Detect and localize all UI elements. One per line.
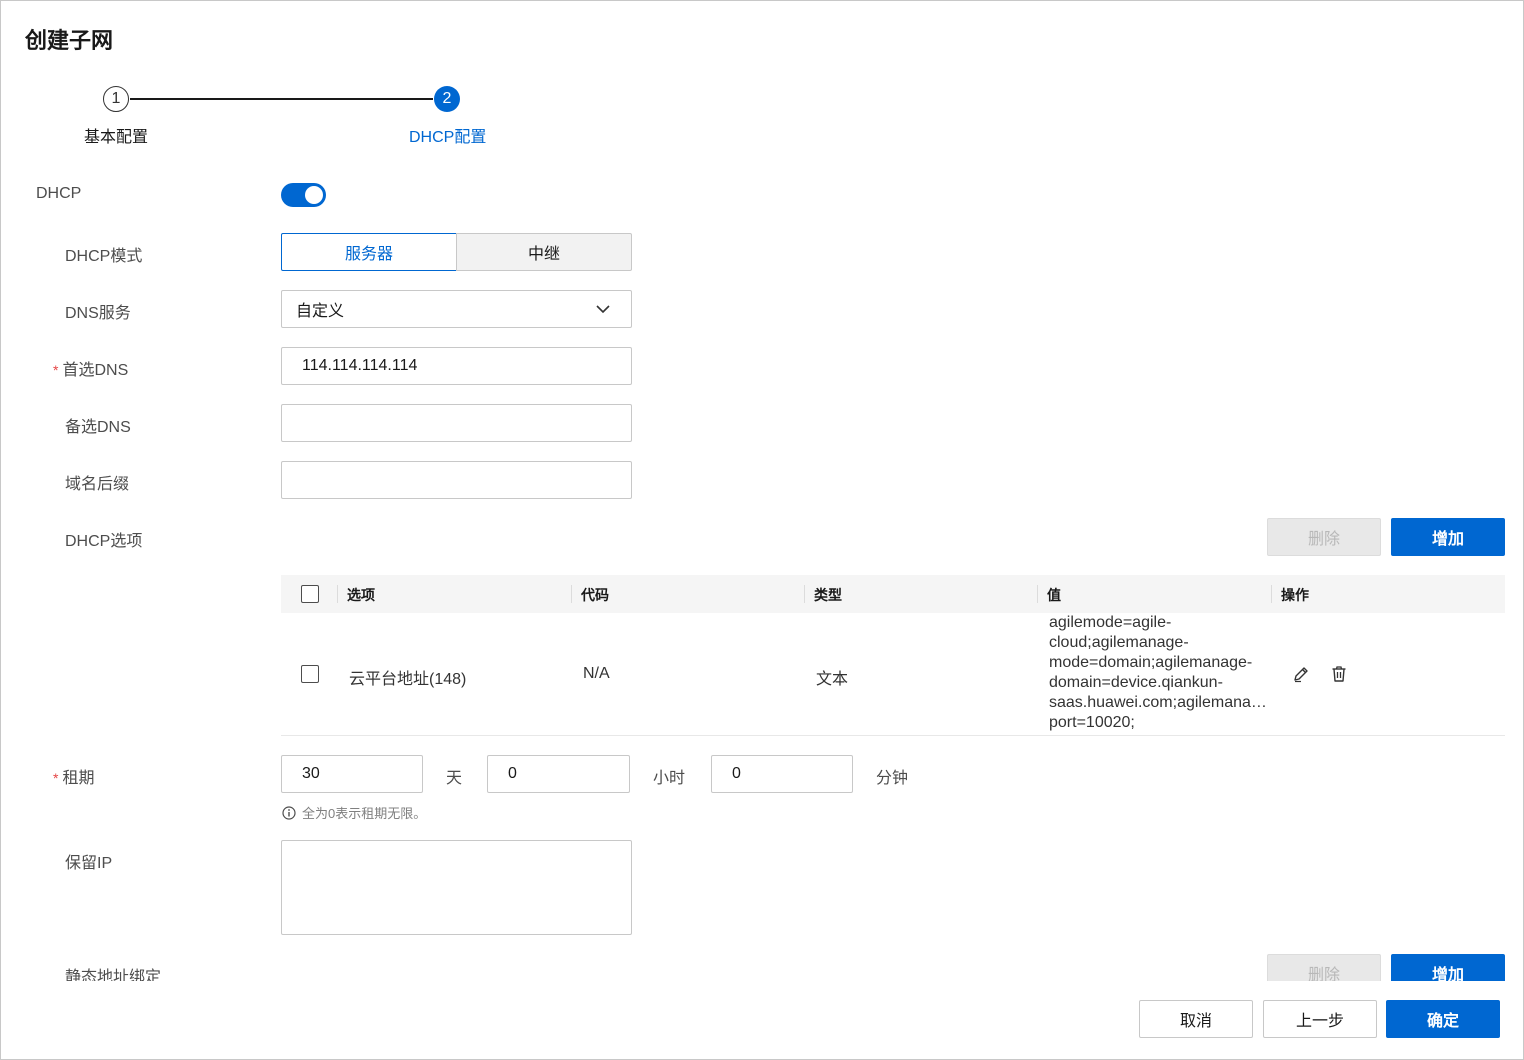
lease-hours-input[interactable]: 0	[487, 755, 630, 793]
step-1-circle: 1	[103, 86, 129, 112]
dhcp-options-table-header: 选项 代码 类型 值 操作	[281, 575, 1505, 613]
required-mark: *	[53, 362, 59, 378]
delete-icon[interactable]	[1330, 665, 1348, 683]
dhcp-label: DHCP	[36, 185, 82, 202]
lease-minutes-input[interactable]: 0	[711, 755, 853, 793]
toggle-knob	[305, 186, 323, 204]
row-value-line: port=10020;	[1049, 714, 1135, 731]
stepper-line	[130, 98, 433, 100]
dhcp-toggle[interactable]	[281, 183, 326, 207]
previous-step-button[interactable]: 上一步	[1263, 1000, 1377, 1038]
row-value-line: saas.huawei.com;agilemanage-	[1049, 694, 1269, 711]
create-subnet-dialog: 创建子网 1 2 基本配置 DHCP配置 DHCP DHCP模式 服务器 中继 …	[0, 0, 1524, 1060]
column-header-type: 类型	[814, 587, 842, 603]
row-value-line: mode=domain;agilemanage-	[1049, 654, 1253, 671]
mode-server-button[interactable]: 服务器	[281, 233, 457, 271]
reserved-ip-textarea[interactable]	[281, 840, 632, 935]
domain-suffix-label: 域名后缀	[65, 476, 130, 493]
step-2-label: DHCP配置	[409, 129, 487, 146]
table-row: 云平台地址(148) N/A 文本 agilemode=agile- cloud…	[281, 613, 1505, 736]
dns-service-label: DNS服务	[65, 305, 131, 322]
primary-dns-label: * 首选DNS	[53, 356, 128, 380]
dhcp-options-add-button[interactable]: 增加	[1391, 518, 1505, 556]
column-header-option: 选项	[347, 587, 375, 603]
row-type: 文本	[816, 671, 849, 688]
column-header-code: 代码	[581, 587, 609, 603]
row-option: 云平台地址(148)	[349, 671, 467, 688]
required-mark: *	[53, 770, 59, 786]
mode-relay-button[interactable]: 中继	[456, 233, 632, 271]
select-all-checkbox[interactable]	[301, 585, 319, 603]
lease-days-input[interactable]: 30	[281, 755, 423, 793]
column-divider	[337, 585, 338, 603]
row-value: agilemode=agile- cloud;agilemanage- mode…	[1049, 613, 1269, 733]
lease-hint: 全为0表示租期无限。	[282, 803, 426, 822]
domain-suffix-input[interactable]	[281, 461, 632, 499]
confirm-button[interactable]: 确定	[1386, 1000, 1500, 1038]
hours-unit: 小时	[653, 770, 686, 787]
dns-service-select[interactable]: 自定义	[281, 290, 632, 328]
row-code: N/A	[583, 665, 610, 682]
row-value-line: agilemode=agile-	[1049, 614, 1172, 631]
lease-label-text: 租期	[62, 770, 95, 787]
column-header-value: 值	[1047, 587, 1061, 603]
row-value-line: cloud;agilemanage-	[1049, 634, 1189, 651]
primary-dns-input[interactable]: 114.114.114.114	[281, 347, 632, 385]
reserved-ip-label: 保留IP	[65, 855, 113, 872]
lease-label: * 租期	[53, 764, 94, 788]
edit-icon[interactable]	[1292, 665, 1310, 683]
info-icon	[282, 805, 296, 820]
column-divider	[1037, 585, 1038, 603]
step-1-label: 基本配置	[84, 129, 149, 146]
secondary-dns-input[interactable]	[281, 404, 632, 442]
cancel-button[interactable]: 取消	[1139, 1000, 1253, 1038]
dialog-title: 创建子网	[25, 28, 114, 53]
days-unit: 天	[446, 770, 463, 787]
minutes-unit: 分钟	[876, 770, 909, 787]
dhcp-options-label: DHCP选项	[65, 533, 143, 550]
row-value-line: domain=device.qiankun-	[1049, 674, 1223, 691]
chevron-down-icon	[596, 305, 610, 314]
dns-service-value: 自定义	[296, 303, 345, 320]
column-divider	[571, 585, 572, 603]
lease-hint-text: 全为0表示租期无限。	[302, 806, 427, 821]
secondary-dns-label: 备选DNS	[65, 419, 131, 436]
row-checkbox[interactable]	[301, 665, 319, 683]
column-divider	[1271, 585, 1272, 603]
column-divider	[804, 585, 805, 603]
primary-dns-label-text: 首选DNS	[62, 362, 129, 379]
dhcp-mode-label: DHCP模式	[65, 248, 143, 265]
dhcp-options-delete-button[interactable]: 删除	[1267, 518, 1381, 556]
column-header-actions: 操作	[1281, 587, 1309, 603]
step-2-circle: 2	[434, 86, 460, 112]
